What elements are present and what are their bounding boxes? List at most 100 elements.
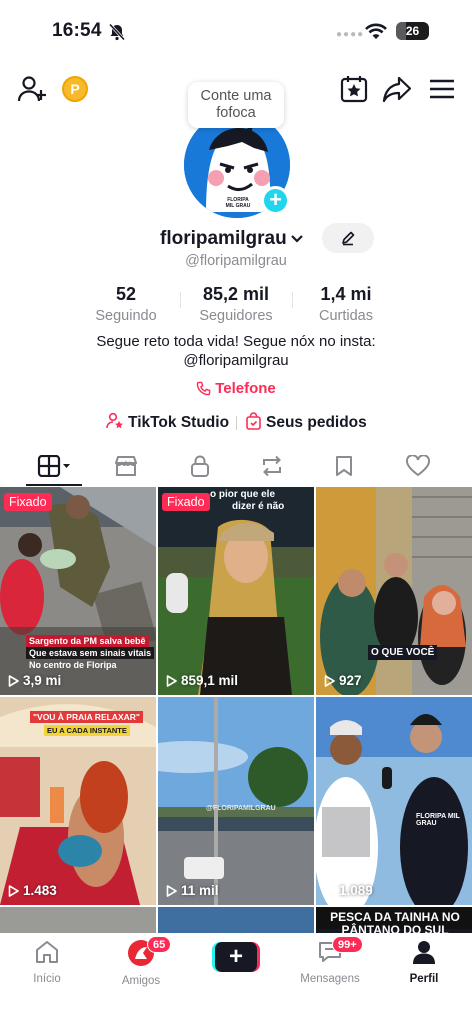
video-thumbnail[interactable]: FLORIPA MIL GRAU 1.089	[316, 697, 472, 905]
video-caption: "VOU À PRAIA RELAXAR"	[30, 711, 143, 723]
link-divider	[236, 416, 237, 430]
nav-profile[interactable]: Perfil	[384, 939, 464, 985]
bell-muted-icon	[108, 23, 126, 41]
video-caption: Sargento da PM salva bebê	[26, 635, 149, 647]
play-icon	[8, 885, 19, 897]
video-thumbnail[interactable]: Fixado Sargento da PM salva bebê Que est…	[0, 487, 156, 695]
pinned-badge: Fixado	[162, 493, 210, 511]
bio-line: @floripamilgrau	[183, 352, 289, 369]
play-icon	[166, 885, 177, 897]
battery-icon: 26	[396, 22, 429, 40]
svg-text:MIL GRAU: MIL GRAU	[226, 203, 251, 209]
add-friend-icon[interactable]	[17, 74, 47, 104]
messages-badge: 99+	[332, 936, 363, 953]
video-thumbnail-image	[316, 697, 472, 905]
profile-icon	[413, 941, 435, 964]
status-time: 16:54	[52, 20, 102, 41]
video-thumbnail[interactable]: O QUE VOCÊ 927	[316, 487, 472, 695]
bio-line: Segue reto toda vida! Segue nóx no insta…	[96, 333, 376, 350]
stat-following-value: 52	[115, 284, 137, 304]
phone-link[interactable]: Telefone	[0, 380, 472, 397]
signal-icon: ●●●●	[336, 29, 365, 40]
video-caption: dizer é não	[232, 501, 285, 512]
orders-link[interactable]: Seus pedidos	[245, 412, 367, 432]
video-thumbnail[interactable]: @FLORIPAMILGRAU 11 mil	[158, 697, 314, 905]
pinned-badge: Fixado	[4, 493, 52, 511]
stat-divider	[292, 292, 293, 308]
lock-icon	[191, 455, 209, 477]
video-caption: O QUE VOCÊ	[368, 645, 438, 660]
heart-icon	[405, 455, 431, 477]
wifi-icon	[365, 23, 387, 39]
stat-likes[interactable]: 1,4 mi Curtidas	[306, 284, 386, 324]
stat-divider	[180, 292, 181, 308]
friends-badge: 65	[147, 936, 172, 953]
video-caption: FLORIPA MIL GRAU	[416, 813, 460, 827]
profile-handle: @floripamilgrau	[185, 253, 287, 269]
edit-profile-button[interactable]	[322, 223, 374, 253]
nav-messages[interactable]: Mensagens 99+	[290, 936, 370, 985]
video-thumbnail[interactable]: Fixado o pior que ele dizer é não 859,1 …	[158, 487, 314, 695]
shopping-bag-icon	[246, 412, 261, 430]
play-icon	[324, 885, 335, 897]
home-icon	[36, 941, 58, 963]
video-thumbnail[interactable]	[158, 907, 314, 934]
bottom-nav: Início Amigos 65 + Mensagens 99+ Perfil	[0, 933, 472, 1024]
add-story-button[interactable]: +	[261, 186, 290, 215]
menu-icon[interactable]	[427, 74, 457, 104]
create-button[interactable]: +	[212, 942, 260, 972]
video-thumbnail[interactable]: "VOU À PRAIA RELAXAR" EU A CADA INSTANTE…	[0, 697, 156, 905]
grid-icon	[37, 455, 70, 477]
status-bar: 16:54 ●●●● 26	[0, 0, 472, 62]
stat-followers-value: 85,2 mil	[202, 284, 270, 304]
view-count: 3,9 mi	[8, 673, 61, 688]
nav-friends[interactable]: Amigos 65	[101, 936, 181, 987]
calendar-star-icon[interactable]	[339, 74, 369, 104]
stat-likes-label: Curtidas	[319, 308, 373, 324]
video-thumbnail-image	[316, 487, 472, 695]
active-tab-indicator	[26, 484, 82, 486]
video-thumbnail[interactable]: PESCA DA TAINHA NO PÂNTANO DO SUL	[316, 907, 472, 934]
view-count: 927	[324, 673, 362, 688]
store-icon	[115, 456, 137, 476]
content-tabs	[0, 450, 472, 486]
coin-icon[interactable]: P	[62, 76, 88, 102]
view-count: 11 mil	[166, 883, 219, 898]
stat-followers[interactable]: 85,2 mil Seguidores	[186, 284, 286, 324]
tab-saved[interactable]	[324, 450, 364, 482]
video-caption: o pior que ele	[210, 489, 276, 500]
video-caption: @FLORIPAMILGRAU	[206, 805, 276, 812]
stat-followers-label: Seguidores	[199, 308, 273, 324]
view-count: 1.089	[324, 883, 373, 898]
username[interactable]: floripamilgrau	[160, 228, 287, 250]
video-thumbnail[interactable]	[0, 907, 156, 934]
studio-user-icon	[106, 412, 123, 429]
video-caption: No centro de Floripa	[29, 660, 117, 670]
tiktok-studio-link[interactable]: TikTok Studio	[106, 412, 229, 432]
stat-likes-value: 1,4 mi	[320, 284, 372, 304]
play-icon	[324, 675, 335, 687]
share-icon[interactable]	[382, 74, 412, 104]
nav-home[interactable]: Início	[7, 939, 87, 985]
stat-following-label: Seguindo	[95, 308, 157, 324]
tab-reposts[interactable]	[252, 450, 292, 482]
video-grid: Fixado Sargento da PM salva bebê Que est…	[0, 487, 472, 934]
stat-following[interactable]: 52 Seguindo	[86, 284, 166, 324]
video-thumbnail-image	[158, 697, 314, 905]
bookmark-icon	[336, 456, 352, 476]
video-thumbnail-image	[158, 487, 314, 695]
tab-private[interactable]	[180, 450, 220, 482]
story-prompt-bubble[interactable]: Conte uma fofoca	[188, 82, 284, 128]
tab-liked[interactable]	[398, 450, 438, 482]
tab-videos[interactable]	[34, 450, 74, 482]
tab-shop[interactable]	[106, 450, 146, 482]
video-caption: EU A CADA INSTANTE	[44, 725, 130, 736]
chevron-down-icon[interactable]	[290, 234, 304, 244]
view-count: 1.483	[8, 883, 57, 898]
play-icon	[8, 675, 19, 687]
view-count: 859,1 mil	[166, 673, 238, 688]
repost-icon	[263, 455, 281, 477]
video-caption: Que estava sem sinais vitais	[26, 647, 155, 659]
plus-icon: +	[215, 942, 257, 972]
video-caption: PESCA DA TAINHA NO PÂNTANO DO SUL	[316, 907, 472, 934]
